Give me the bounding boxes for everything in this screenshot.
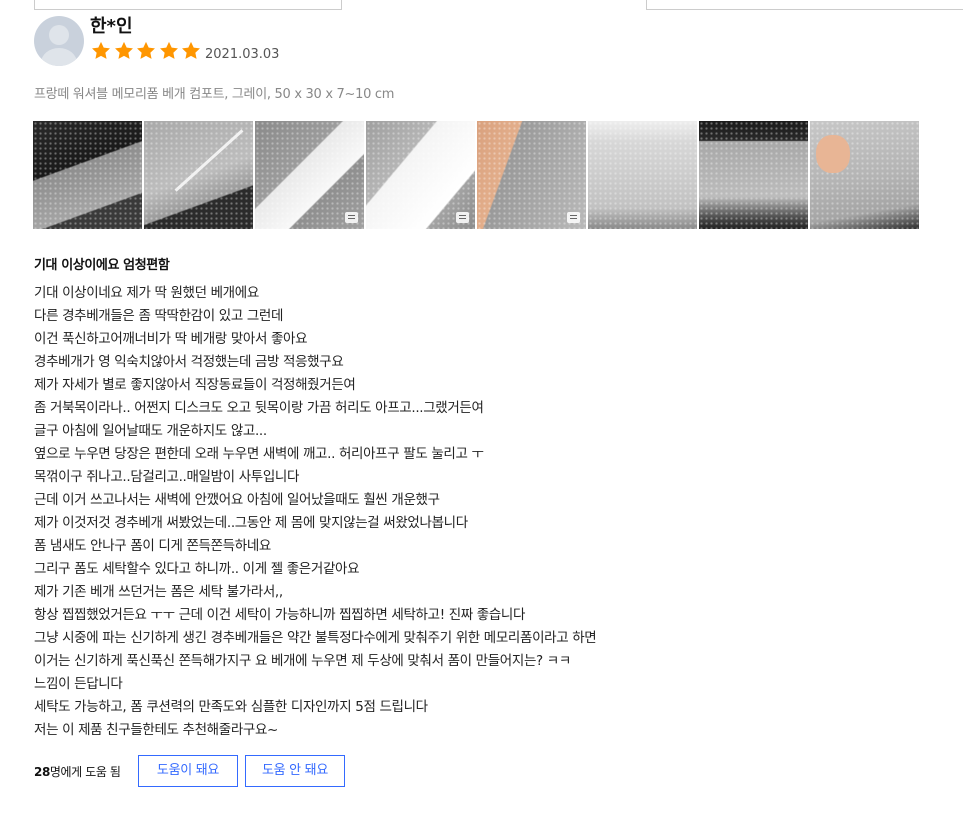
review-photo[interactable] (33, 121, 142, 229)
reviewer-name: 한*인 (90, 16, 133, 37)
review-line: 글구 아침에 일어날때도 개운하지도 않고... (34, 423, 267, 439)
review-line: 좀 거북목이라나.. 어쩐지 디스크도 오고 뒷목이랑 가끔 허리도 아프고..… (34, 400, 484, 416)
review-line: 이건 푹신하고어깨너비가 딱 베개랑 맞아서 좋아요 (34, 331, 308, 347)
review-line: 그리구 폼도 세탁할수 있다고 하니까.. 이게 젤 좋은거같아요 (34, 561, 360, 577)
star-icon (159, 41, 178, 59)
previous-review-box (34, 0, 342, 10)
image-list-icon (456, 212, 469, 223)
review-photo[interactable] (477, 121, 586, 229)
image-list-icon (567, 212, 580, 223)
product-option: 프랑떼 워셔블 메모리폼 베개 컴포트, 그레이, 50 x 30 x 7~10… (34, 87, 395, 102)
review-line: 느낌이 든답니다 (34, 676, 123, 692)
review-photo[interactable] (144, 121, 253, 229)
review-photo[interactable] (366, 121, 475, 229)
review-line: 항상 찝찝했었거든요 ㅜㅜ 근데 이건 세탁이 가능하니까 찝찝하면 세탁하고!… (34, 607, 526, 623)
avatar-head (49, 25, 69, 45)
star-icon (182, 41, 200, 59)
star-icon (114, 41, 133, 59)
review-content: 기대 이상이네요 제가 딱 원했던 베개에요 다른 경추베개들은 좀 딱딱한감이… (34, 282, 794, 742)
review-line: 경추베개가 영 익숙치않아서 걱정했는데 금방 적응했구요 (34, 354, 344, 370)
review-line: 제가 이것저것 경추베개 써봤었는데..그동안 제 몸에 맞지않는걸 써왔었나봅… (34, 515, 468, 531)
review-headline: 기대 이상이에요 엄청편함 (34, 258, 170, 273)
review-date: 2021.03.03 (205, 47, 280, 62)
review-line: 기대 이상이네요 제가 딱 원했던 베개에요 (34, 285, 259, 301)
review-photo[interactable] (588, 121, 697, 229)
review-line: 이거는 신기하게 푹신푹신 쫀득해가지구 요 베개에 누우면 제 두상에 맞춰서… (34, 653, 571, 669)
avatar (34, 16, 84, 66)
review-line: 세탁도 가능하고, 폼 쿠션력의 만족도와 심플한 디자인까지 5점 드립니다 (34, 699, 428, 715)
review-line: 옆으로 누우면 당장은 편한데 오래 누우면 새벽에 깨고.. 허리아프구 팔도… (34, 446, 484, 462)
star-icon (137, 41, 155, 59)
avatar-body (41, 48, 77, 66)
helpful-button[interactable]: 도움이 돼요 (138, 755, 238, 787)
review-photo[interactable] (255, 121, 364, 229)
review-line: 근데 이거 쓰고나서는 새벽에 안깼어요 아침에 일어났을때도 훨씬 개운했구 (34, 492, 440, 508)
review-line: 다른 경추베개들은 좀 딱딱한감이 있고 그런데 (34, 308, 284, 324)
review-line: 제가 자세가 별로 좋지않아서 직장동료들이 걱정해줬거든여 (34, 377, 356, 393)
review-photos (33, 121, 921, 229)
review-line: 폼 냄새도 안나구 폼이 디게 쫀득쫀득하네요 (34, 538, 271, 554)
review-line: 목꺾이구 쥐나고..담걸리고..매일밤이 사투입니다 (34, 469, 300, 485)
side-panel-box (646, 0, 963, 10)
helpful-number: 28 (34, 765, 50, 779)
review-line: 제가 기존 베개 쓰던거는 폼은 세탁 불가라서,, (34, 584, 283, 600)
review-photo[interactable] (810, 121, 919, 229)
review-line: 저는 이 제품 친구들한테도 추천해줄라구요~ (34, 722, 278, 738)
star-icon (92, 41, 110, 59)
helpful-suffix: 명에게 도움 됨 (49, 765, 121, 779)
review-photo[interactable] (699, 121, 808, 229)
helpful-count: 28명에게 도움 됨 (34, 763, 121, 780)
rating-stars (90, 41, 203, 61)
review-line: 그냥 시중에 파는 신기하게 생긴 경추베개들은 약간 불특정다수에게 맞춰주기… (34, 630, 597, 646)
image-list-icon (345, 212, 358, 223)
not-helpful-button[interactable]: 도움 안 돼요 (245, 755, 345, 787)
